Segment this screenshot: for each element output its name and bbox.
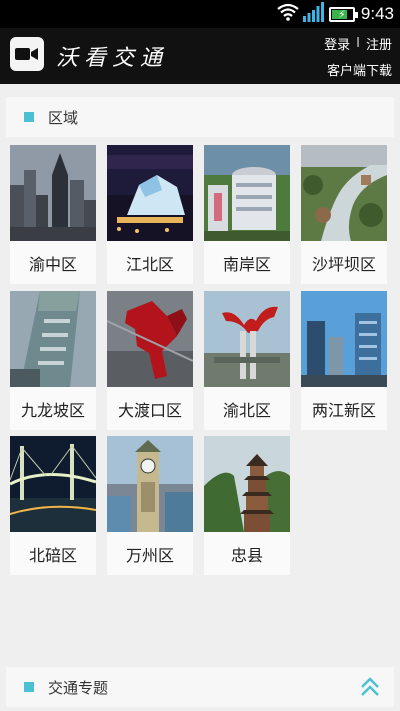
region-tile-zhongxian[interactable]: 忠县 — [204, 436, 290, 575]
traffic-section-header[interactable]: 交通专题 — [6, 667, 394, 707]
region-name: 南岸区 — [222, 254, 271, 274]
region-tile-wanzhou[interactable]: 万州区 — [107, 436, 193, 575]
region-tile-dadukou[interactable]: 大渡口区 — [107, 291, 193, 430]
region-tile-yubei[interactable]: 渝北区 — [204, 291, 290, 430]
status-time: 9:43 — [360, 4, 394, 23]
auth-separator: I — [356, 36, 360, 51]
region-name: 渝中区 — [28, 254, 77, 274]
app-title: 沃看交通 — [56, 46, 169, 71]
region-tile-beibei[interactable]: 北碚区 — [10, 436, 96, 575]
region-name: 大渡口区 — [117, 400, 182, 420]
app-header: 沃看交通 登录 I 注册 客户端下载 — [0, 28, 400, 84]
region-photo — [10, 145, 96, 241]
region-name: 万州区 — [125, 545, 174, 565]
signal-icon — [302, 2, 325, 26]
region-photo — [301, 291, 387, 387]
client-download-link[interactable]: 客户端下载 — [327, 60, 392, 79]
region-tile-jiangbei[interactable]: 江北区 — [107, 145, 193, 284]
region-name: 忠县 — [230, 545, 263, 565]
region-photo — [204, 436, 290, 532]
region-photo — [204, 291, 290, 387]
region-photo — [301, 145, 387, 241]
status-bar: ⚡ 9:43 — [0, 0, 400, 28]
region-name: 渝北区 — [222, 400, 271, 420]
region-tile-liangjiang[interactable]: 两江新区 — [301, 291, 387, 430]
region-photo — [10, 291, 96, 387]
section-bullet-icon — [24, 682, 34, 692]
battery-charging-icon: ⚡ — [328, 6, 358, 22]
traffic-section-title: 交通专题 — [48, 678, 109, 697]
status-icons: ⚡ 9:43 — [277, 2, 394, 26]
region-tile-nanan[interactable]: 南岸区 — [204, 145, 290, 284]
region-photo — [107, 436, 193, 532]
region-photo — [204, 145, 290, 241]
auth-links: 登录 I 注册 — [324, 34, 392, 53]
region-tile-jiulongpo[interactable]: 九龙坡区 — [10, 291, 96, 430]
video-camera-icon — [10, 37, 44, 71]
region-tile-shapingba[interactable]: 沙坪坝区 — [301, 145, 387, 284]
region-name: 江北区 — [125, 254, 174, 274]
section-bullet-icon — [24, 112, 34, 122]
region-section-title: 区域 — [48, 108, 79, 127]
region-name: 九龙坡区 — [20, 400, 85, 420]
region-tile-yuzhong[interactable]: 渝中区 — [10, 145, 96, 284]
login-link[interactable]: 登录 — [324, 34, 350, 53]
region-section-header: 区域 — [6, 97, 394, 137]
region-photo — [10, 436, 96, 532]
double-chevron-up-icon[interactable] — [360, 676, 380, 698]
region-photo — [107, 291, 193, 387]
wifi-icon — [277, 3, 299, 25]
region-name: 两江新区 — [311, 400, 376, 420]
region-photo — [107, 145, 193, 241]
region-name: 沙坪坝区 — [311, 254, 376, 274]
region-name: 北碚区 — [28, 545, 77, 565]
register-link[interactable]: 注册 — [366, 34, 392, 53]
